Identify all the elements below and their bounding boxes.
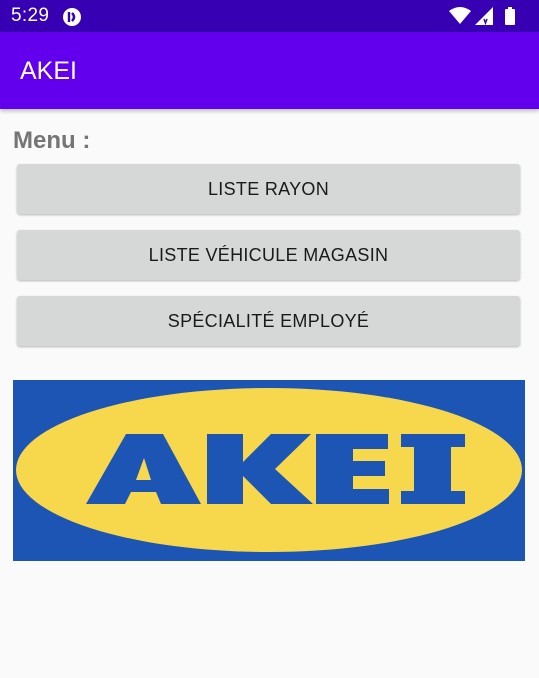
menu-label: Menu :	[13, 127, 91, 154]
signal-icon	[475, 7, 493, 25]
battery-icon	[505, 7, 515, 25]
wifi-icon	[449, 7, 471, 24]
status-time: 5:29	[11, 5, 50, 26]
status-bar: 5:29	[0, 0, 539, 32]
liste-rayon-button[interactable]: LISTE RAYON	[17, 164, 520, 214]
app-bar: AKEI	[0, 32, 539, 109]
app-notification-icon	[62, 7, 82, 32]
specialite-employe-button[interactable]: SPÉCIALITÉ EMPLOYÉ	[17, 296, 520, 346]
app-title: AKEI	[20, 57, 77, 85]
akei-logo	[13, 380, 525, 561]
liste-vehicule-magasin-button[interactable]: LISTE VÉHICULE MAGASIN	[17, 230, 520, 280]
